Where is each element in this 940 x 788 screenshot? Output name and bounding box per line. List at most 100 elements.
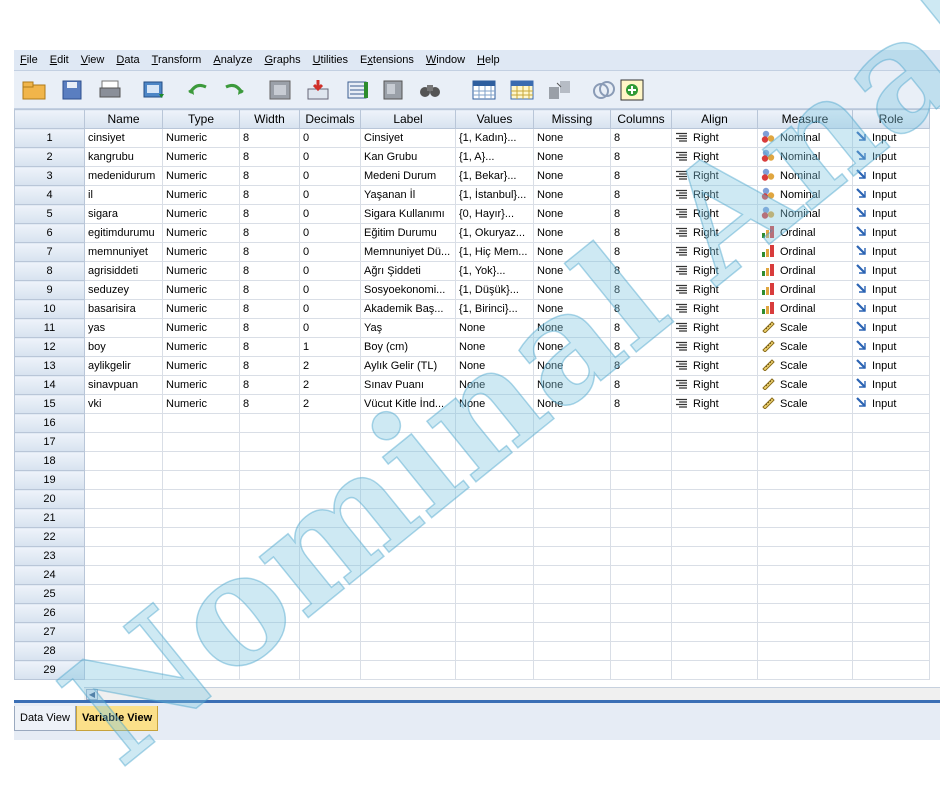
empty-cell[interactable]: [299, 527, 361, 547]
row-number[interactable]: 22: [14, 527, 85, 547]
cell-role[interactable]: Input: [852, 242, 930, 262]
cell-missing[interactable]: None: [533, 337, 611, 357]
cell-align[interactable]: Right: [671, 394, 758, 414]
empty-cell[interactable]: [757, 527, 853, 547]
empty-cell[interactable]: [162, 470, 240, 490]
cell-align[interactable]: Right: [671, 261, 758, 281]
empty-row[interactable]: 21: [14, 508, 930, 528]
find-icon[interactable]: [416, 77, 444, 103]
variable-row[interactable]: 9 seduzey Numeric 8 0 Sosyoekonomi... {1, Düşü…: [14, 280, 930, 300]
empty-row[interactable]: 29: [14, 660, 930, 680]
empty-cell[interactable]: [852, 584, 930, 604]
empty-cell[interactable]: [360, 432, 456, 452]
empty-row[interactable]: 24: [14, 565, 930, 585]
empty-cell[interactable]: [299, 565, 361, 585]
open-folder-icon[interactable]: [20, 77, 48, 103]
empty-cell[interactable]: [84, 565, 163, 585]
cell-measure[interactable]: Nominal: [757, 128, 853, 148]
cell-name[interactable]: aylikgelir: [84, 356, 163, 376]
empty-cell[interactable]: [239, 489, 300, 509]
column-header-width[interactable]: Width: [239, 109, 300, 129]
cell-type[interactable]: Numeric: [162, 204, 240, 224]
cell-width[interactable]: 8: [239, 394, 300, 414]
empty-cell[interactable]: [671, 470, 758, 490]
cell-values[interactable]: {1, Kadın}...: [455, 128, 534, 148]
empty-cell[interactable]: [299, 508, 361, 528]
cell-name[interactable]: boy: [84, 337, 163, 357]
empty-cell[interactable]: [299, 413, 361, 433]
cell-width[interactable]: 8: [239, 261, 300, 281]
empty-cell[interactable]: [757, 546, 853, 566]
empty-row[interactable]: 19: [14, 470, 930, 490]
menu-window[interactable]: Window: [420, 54, 471, 66]
menu-data[interactable]: Data: [110, 54, 145, 66]
cell-measure[interactable]: Scale: [757, 337, 853, 357]
cell-role[interactable]: Input: [852, 261, 930, 281]
empty-cell[interactable]: [757, 660, 853, 680]
row-number[interactable]: 23: [14, 546, 85, 566]
cell-columns[interactable]: 8: [610, 375, 672, 395]
cell-type[interactable]: Numeric: [162, 337, 240, 357]
cell-align[interactable]: Right: [671, 166, 758, 186]
empty-cell[interactable]: [162, 565, 240, 585]
cell-name[interactable]: yas: [84, 318, 163, 338]
cell-align[interactable]: Right: [671, 375, 758, 395]
cell-width[interactable]: 8: [239, 356, 300, 376]
cell-label[interactable]: Ağrı Şiddeti: [360, 261, 456, 281]
empty-cell[interactable]: [610, 451, 672, 471]
cell-missing[interactable]: None: [533, 318, 611, 338]
tab-data-view[interactable]: Data View: [14, 706, 76, 731]
empty-row[interactable]: 26: [14, 603, 930, 623]
cell-role[interactable]: Input: [852, 356, 930, 376]
empty-cell[interactable]: [360, 508, 456, 528]
variable-row[interactable]: 6 egitimdurumu Numeric 8 0 Eğitim Durumu {1, O…: [14, 223, 930, 243]
cell-columns[interactable]: 8: [610, 223, 672, 243]
column-header-label[interactable]: Label: [360, 109, 456, 129]
empty-cell[interactable]: [84, 432, 163, 452]
empty-cell[interactable]: [852, 546, 930, 566]
cell-values[interactable]: {1, Birinci}...: [455, 299, 534, 319]
cell-label[interactable]: Sosyoekonomi...: [360, 280, 456, 300]
empty-cell[interactable]: [239, 527, 300, 547]
row-number[interactable]: 8: [14, 261, 85, 281]
empty-cell[interactable]: [239, 660, 300, 680]
empty-row[interactable]: 25: [14, 584, 930, 604]
empty-cell[interactable]: [671, 508, 758, 528]
row-number[interactable]: 16: [14, 413, 85, 433]
column-header-role[interactable]: Role: [852, 109, 930, 129]
cell-missing[interactable]: None: [533, 128, 611, 148]
empty-cell[interactable]: [852, 565, 930, 585]
empty-cell[interactable]: [671, 527, 758, 547]
empty-cell[interactable]: [84, 660, 163, 680]
cell-label[interactable]: Medeni Durum: [360, 166, 456, 186]
cell-measure[interactable]: Nominal: [757, 185, 853, 205]
cell-values[interactable]: None: [455, 337, 534, 357]
cell-name[interactable]: medenidurum: [84, 166, 163, 186]
cell-dec[interactable]: 0: [299, 223, 361, 243]
empty-cell[interactable]: [162, 641, 240, 661]
empty-cell[interactable]: [610, 565, 672, 585]
empty-cell[interactable]: [299, 584, 361, 604]
empty-cell[interactable]: [162, 413, 240, 433]
cell-columns[interactable]: 8: [610, 394, 672, 414]
cell-name[interactable]: basarisira: [84, 299, 163, 319]
empty-cell[interactable]: [610, 603, 672, 623]
empty-cell[interactable]: [162, 660, 240, 680]
cell-label[interactable]: Yaşanan İl: [360, 185, 456, 205]
cell-name[interactable]: cinsiyet: [84, 128, 163, 148]
empty-cell[interactable]: [852, 622, 930, 642]
empty-cell[interactable]: [360, 584, 456, 604]
empty-cell[interactable]: [239, 508, 300, 528]
cell-columns[interactable]: 8: [610, 128, 672, 148]
cell-label[interactable]: Cinsiyet: [360, 128, 456, 148]
empty-cell[interactable]: [84, 451, 163, 471]
empty-cell[interactable]: [610, 413, 672, 433]
cell-width[interactable]: 8: [239, 299, 300, 319]
cell-values[interactable]: {1, Hiç Mem...: [455, 242, 534, 262]
variable-row[interactable]: 2 kangrubu Numeric 8 0 Kan Grubu {1, A}... None…: [14, 147, 930, 167]
empty-cell[interactable]: [299, 622, 361, 642]
empty-row[interactable]: 16: [14, 413, 930, 433]
empty-cell[interactable]: [671, 584, 758, 604]
row-number[interactable]: 11: [14, 318, 85, 338]
cell-type[interactable]: Numeric: [162, 356, 240, 376]
